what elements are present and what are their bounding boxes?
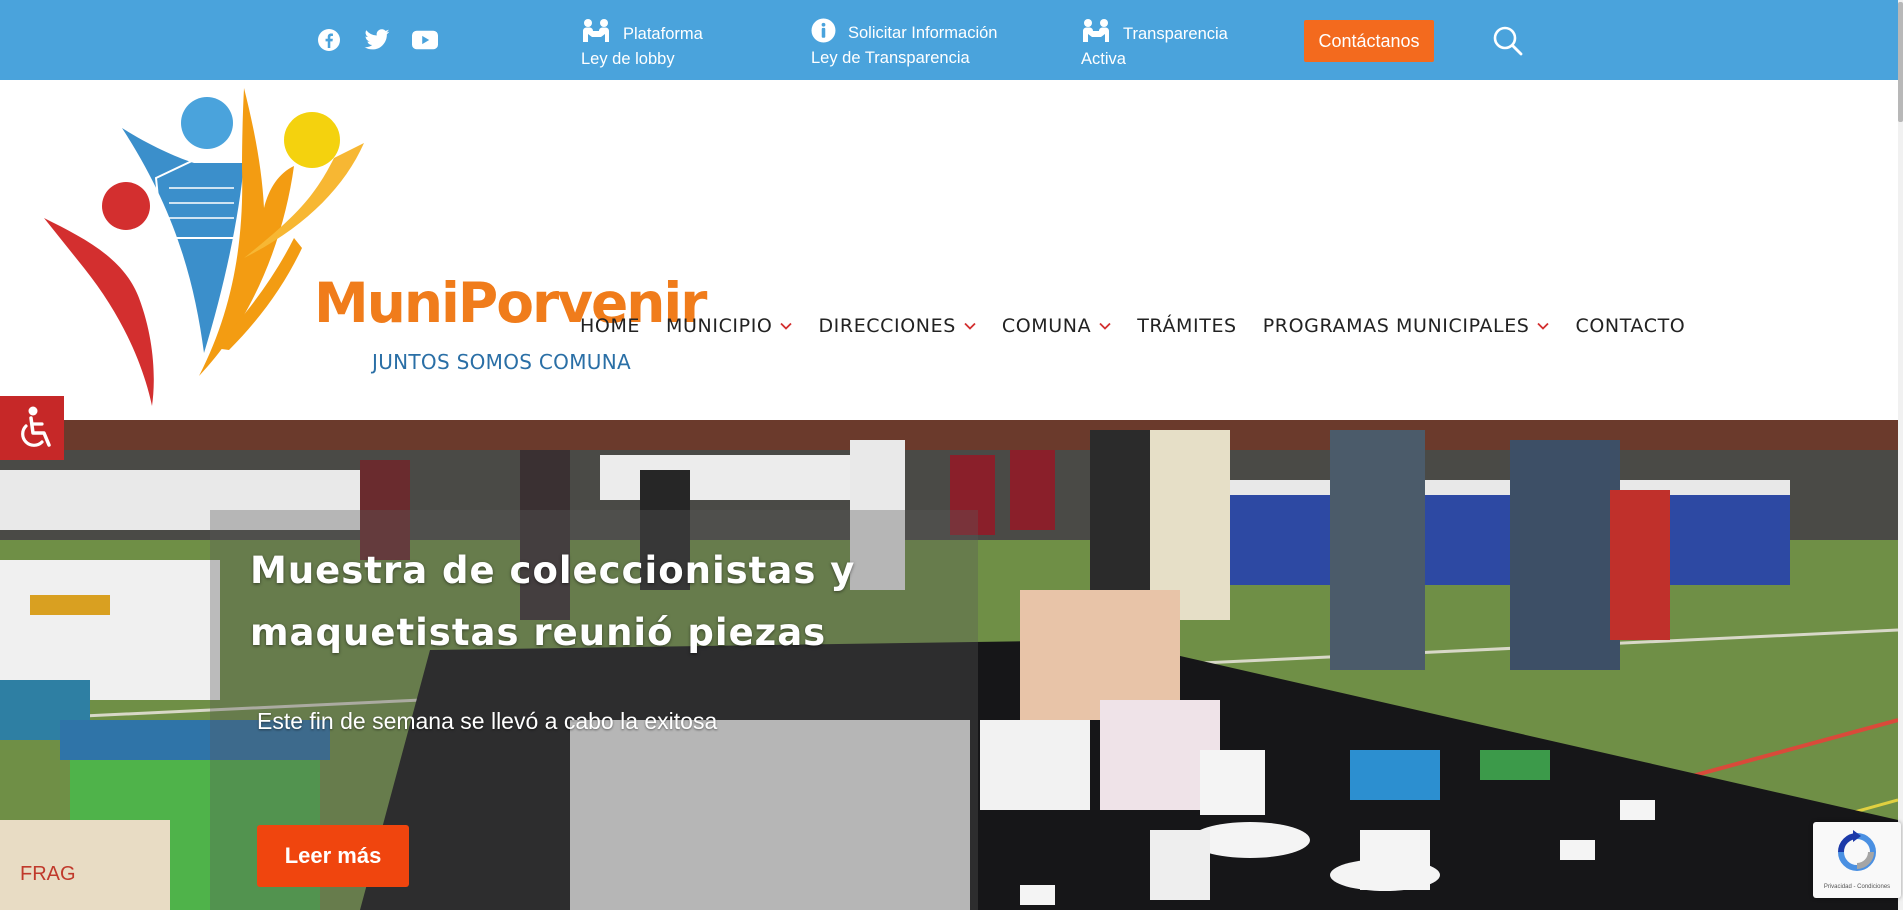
chevron-down-icon: [1099, 322, 1111, 330]
nav-label: HOME: [580, 315, 641, 337]
hero-excerpt: Este fin de semana se llevó a cabo la ex…: [257, 708, 718, 734]
request-info-link[interactable]: Solicitar Información Ley de Transparenc…: [811, 18, 997, 68]
search-icon[interactable]: [1492, 25, 1524, 57]
transparency-line1: Transparencia: [1123, 24, 1228, 43]
read-more-button[interactable]: Leer más: [257, 825, 409, 887]
nav-item-tramites[interactable]: TRÁMITES: [1137, 315, 1237, 337]
nav-item-home[interactable]: HOME: [580, 315, 640, 337]
main-navigation: HOME MUNICIPIO DIRECCIONES COMUNA TRÁMIT…: [580, 315, 1685, 337]
nav-item-municipio[interactable]: MUNICIPIO: [666, 315, 793, 337]
recaptcha-icon: [1838, 830, 1876, 871]
hero-title[interactable]: Muestra de coleccionistas y maquetistas …: [250, 540, 950, 662]
nav-label: PROGRAMAS MUNICIPALES: [1262, 315, 1530, 337]
wheelchair-icon: [21, 406, 51, 447]
site-header: MuniPorvenir JUNTOS SOMOS COMUNA HOME MU…: [0, 80, 1903, 420]
active-transparency-link[interactable]: Transparencia Activa: [1081, 18, 1228, 69]
nav-label: MUNICIPIO: [666, 315, 773, 337]
logo-tagline: JUNTOS SOMOS COMUNA: [372, 350, 631, 374]
nav-item-direcciones[interactable]: DIRECCIONES: [818, 315, 976, 337]
page-scrollbar[interactable]: [1898, 0, 1903, 910]
social-links: [316, 27, 438, 53]
accessibility-button[interactable]: [0, 396, 64, 460]
youtube-icon[interactable]: [412, 27, 438, 53]
nav-item-contacto[interactable]: CONTACTO: [1575, 315, 1685, 337]
nav-label: DIRECCIONES: [818, 315, 956, 337]
scrollbar-thumb[interactable]: [1898, 2, 1903, 122]
chevron-down-icon: [964, 322, 976, 330]
info-icon: [811, 18, 836, 48]
lobby-link-line2: Ley de lobby: [581, 50, 675, 68]
contact-button[interactable]: Contáctanos: [1304, 20, 1434, 62]
lobby-platform-link[interactable]: Plataforma Ley de lobby: [568, 18, 703, 84]
chevron-down-icon: [1537, 322, 1550, 330]
recaptcha-text: Privacidad - Condiciones: [1823, 884, 1891, 890]
request-info-line1: Solicitar Información: [848, 24, 998, 42]
people-icon: [1081, 18, 1111, 49]
hero-slider: FRAG Muestra de coleccionistas y maqueti…: [0, 420, 1898, 910]
lobby-link-line1: Plataforma: [623, 24, 703, 43]
nav-label: TRÁMITES: [1137, 315, 1237, 337]
transparency-line2: Activa: [1081, 50, 1126, 68]
nav-item-comuna[interactable]: COMUNA: [1002, 315, 1111, 337]
site-logo[interactable]: MuniPorvenir JUNTOS SOMOS COMUNA: [44, 88, 707, 408]
twitter-icon[interactable]: [364, 27, 390, 53]
facebook-icon[interactable]: [316, 27, 342, 53]
svg-text:FRAG: FRAG: [20, 863, 76, 885]
top-utility-bar: Plataforma Ley de lobby Solicitar Inform…: [0, 0, 1903, 84]
recaptcha-badge[interactable]: Privacidad - Condiciones: [1813, 822, 1901, 898]
nav-item-programas-municipales[interactable]: PROGRAMAS MUNICIPALES: [1263, 315, 1550, 337]
nav-label: CONTACTO: [1575, 315, 1686, 337]
request-info-line2: Ley de Transparencia: [811, 49, 970, 67]
nav-label: COMUNA: [1001, 315, 1092, 337]
chevron-down-icon: [780, 322, 793, 330]
people-icon: [581, 18, 611, 49]
